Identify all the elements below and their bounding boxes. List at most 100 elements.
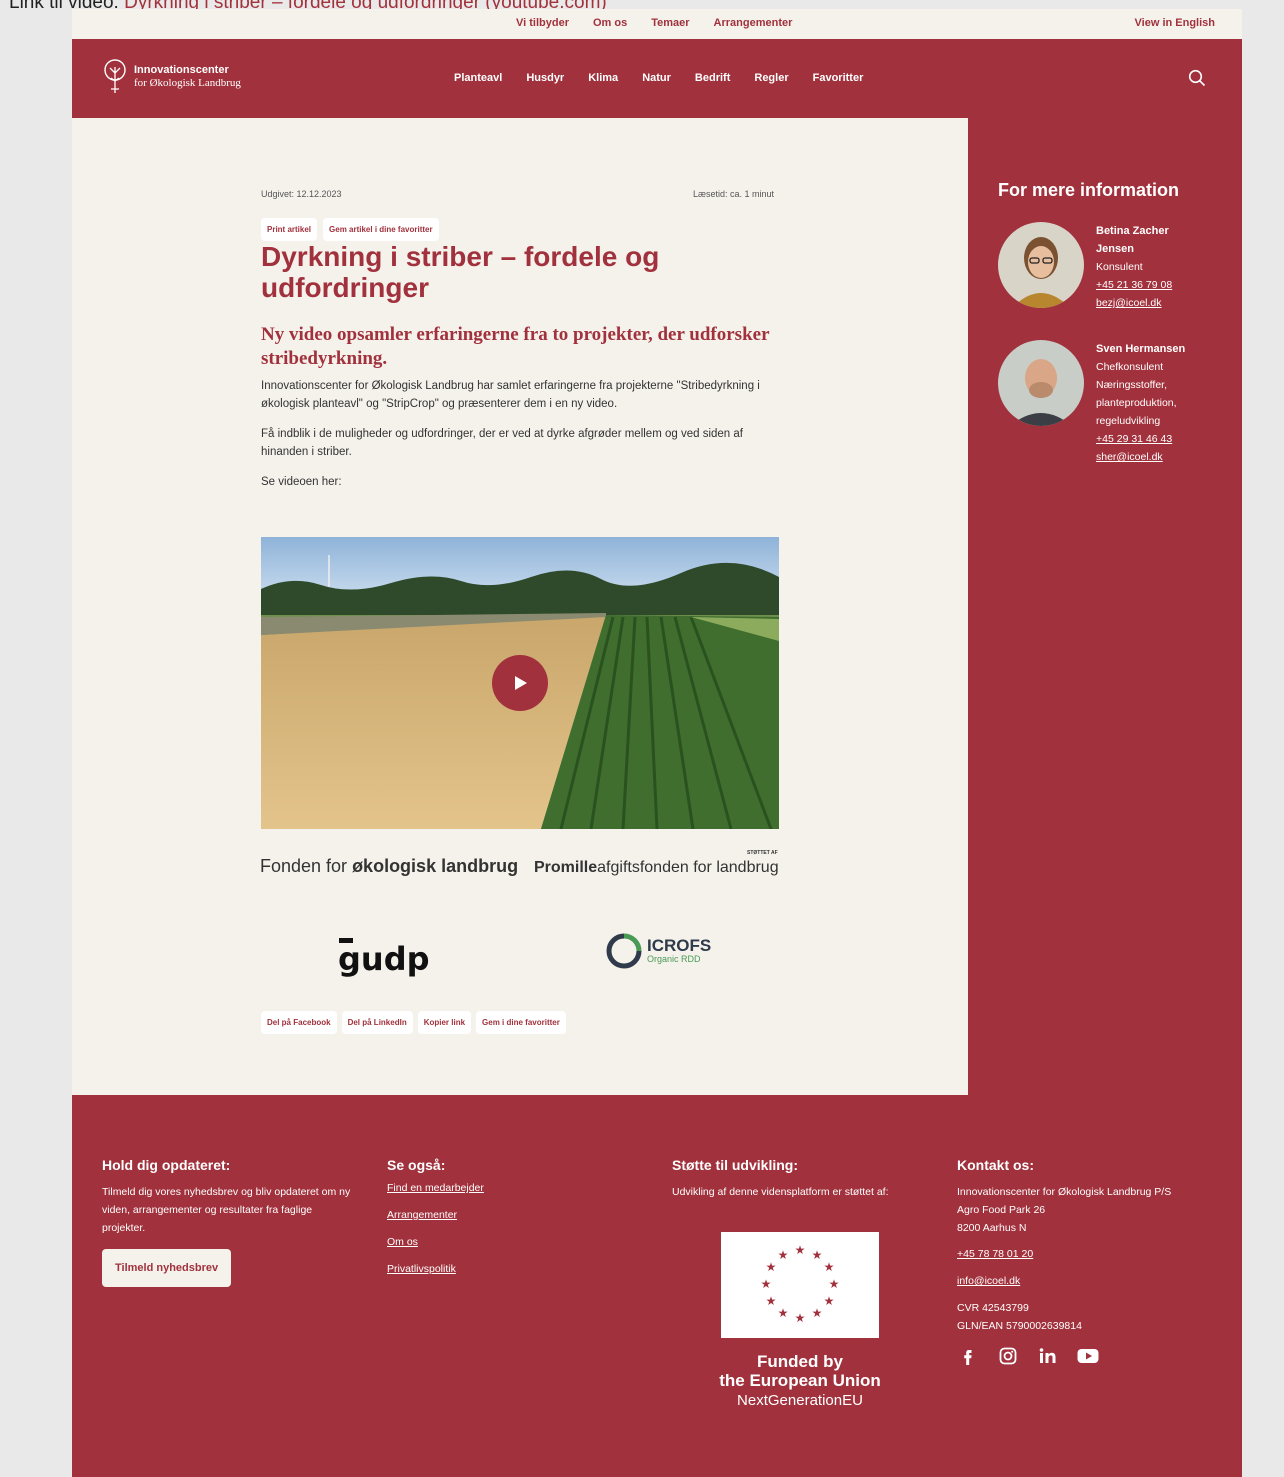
icrofs-ring-icon xyxy=(606,933,642,969)
nav-favoritter[interactable]: Favoritter xyxy=(813,72,864,84)
article-paragraph: Få indblik i de muligheder og udfordring… xyxy=(261,428,743,458)
site-footer: Hold dig opdateret: Tilmeld dig vores ny… xyxy=(72,1095,1242,1477)
contact-name: Betina Zacher Jensen xyxy=(1096,225,1169,255)
eu-flag: ★ ★ ★ ★ ★ ★ ★ ★ ★ ★ ★ ★ xyxy=(721,1232,879,1338)
icrofs-logo: ICROFS Organic RDD xyxy=(606,933,711,969)
newsletter-heading: Hold dig opdateret: xyxy=(102,1157,231,1173)
share-actions: Del på Facebook Del på LinkedIn Kopier l… xyxy=(261,1011,566,1034)
svg-text:★: ★ xyxy=(778,1248,789,1262)
svg-text:★: ★ xyxy=(824,1260,835,1274)
fonden-logo: Fonden for økologisk landbrug xyxy=(260,856,518,877)
published-date: Udgivet: 12.12.2023 xyxy=(261,189,342,199)
main-nav: Planteavl Husdyr Klima Natur Bedrift Reg… xyxy=(454,72,863,84)
youtube-icon[interactable] xyxy=(1077,1347,1099,1365)
contact-phone-link[interactable]: +45 29 31 46 43 xyxy=(1096,430,1206,448)
fonden-prefix: Fonden for xyxy=(260,856,353,876)
play-button[interactable] xyxy=(492,655,548,711)
svg-text:★: ★ xyxy=(829,1277,840,1291)
footer-see-also: Se også: Find en medarbejder Arrangement… xyxy=(387,1157,627,1283)
contact-sidebar: For mere information Betina Zacher Jense… xyxy=(968,118,1242,1095)
contact-info: Betina Zacher Jensen Konsulent +45 21 36… xyxy=(1096,222,1206,312)
search-icon[interactable] xyxy=(1188,69,1206,87)
footer-newsletter: Hold dig opdateret: Tilmeld dig vores ny… xyxy=(102,1157,352,1287)
footer-link-arrangementer[interactable]: Arrangementer xyxy=(387,1202,627,1229)
promille-logo: Promilleafgiftsfonden for landbrug xyxy=(534,859,779,877)
tree-logo-icon xyxy=(104,59,126,93)
support-heading: Støtte til udvikling: xyxy=(672,1157,798,1173)
nav-planteavl[interactable]: Planteavl xyxy=(454,72,502,84)
contact-email-link[interactable]: bezj@icoel.dk xyxy=(1096,294,1206,312)
avatar xyxy=(998,340,1084,426)
share-facebook-button[interactable]: Del på Facebook xyxy=(261,1011,337,1034)
svg-text:★: ★ xyxy=(766,1260,777,1274)
language-switch[interactable]: View in English xyxy=(1135,17,1215,29)
linkedin-icon[interactable] xyxy=(1037,1347,1059,1365)
article-paragraph: Innovationscenter for Økologisk Landbrug… xyxy=(261,380,760,410)
footer-link-om-os[interactable]: Om os xyxy=(387,1229,627,1256)
svg-text:★: ★ xyxy=(766,1294,777,1308)
share-linkedin-button[interactable]: Del på LinkedIn xyxy=(341,1011,413,1034)
page: Vi tilbyder Om os Temaer Arrangementer V… xyxy=(72,9,1242,1477)
article-title: Dyrkning i striber – fordele og udfordri… xyxy=(261,241,660,303)
utility-nav-temaer[interactable]: Temaer xyxy=(651,17,689,29)
svg-text:★: ★ xyxy=(761,1277,772,1291)
newsletter-text: Tilmeld dig vores nyhedsbrev og bliv opd… xyxy=(102,1186,351,1234)
contact-heading: Kontakt os: xyxy=(957,1157,1034,1173)
utility-bar: Vi tilbyder Om os Temaer Arrangementer V… xyxy=(72,9,1242,39)
svg-text:★: ★ xyxy=(795,1243,806,1257)
footer-contact: Kontakt os: Innovationscenter for Økolog… xyxy=(957,1157,1227,1365)
logo-line-2: for Økologisk Landbrug xyxy=(134,77,241,89)
promille-rest: afgiftsfonden for landbrug xyxy=(597,859,779,876)
nav-klima[interactable]: Klima xyxy=(588,72,618,84)
contact-phone-link[interactable]: +45 21 36 79 08 xyxy=(1096,276,1206,294)
contact-role: Chefkonsulent xyxy=(1096,361,1164,373)
promille-bold: Promille xyxy=(534,859,598,876)
contact-phone[interactable]: +45 78 78 01 20 xyxy=(957,1241,1227,1268)
site-logo[interactable]: Innovationscenter for Økologisk Landbrug xyxy=(102,59,241,95)
instagram-icon[interactable] xyxy=(997,1347,1019,1365)
main-header: Innovationscenter for Økologisk Landbrug… xyxy=(72,39,1242,118)
contact-city: 8200 Aarhus N xyxy=(957,1222,1027,1234)
play-icon xyxy=(515,676,527,690)
contact-info: Sven Hermansen Chefkonsulent Næringsstof… xyxy=(1096,340,1206,466)
fonden-bold: økologisk landbrug xyxy=(352,856,519,876)
contact-email-link[interactable]: sher@icoel.dk xyxy=(1096,448,1206,466)
portrait-man-image xyxy=(998,340,1084,426)
contact-role: Konsulent xyxy=(1096,261,1143,273)
print-article-button[interactable]: Print artikel xyxy=(261,218,318,241)
copy-link-button[interactable]: Kopier link xyxy=(417,1011,472,1034)
svg-text:★: ★ xyxy=(812,1248,823,1262)
eu-line-3: NextGenerationEU xyxy=(737,1392,863,1409)
svg-text:★: ★ xyxy=(778,1306,789,1320)
save-favorite-button[interactable]: Gem artikel i dine favoritter xyxy=(323,218,439,241)
sponsor-tag: STØTTET AF xyxy=(747,850,778,856)
footer-link-privacy[interactable]: Privatlivspolitik xyxy=(387,1256,627,1283)
nav-regler[interactable]: Regler xyxy=(754,72,788,84)
svg-text:★: ★ xyxy=(812,1306,823,1320)
utility-nav-vi-tilbyder[interactable]: Vi tilbyder xyxy=(516,17,569,29)
nav-bedrift[interactable]: Bedrift xyxy=(695,72,730,84)
nav-husdyr[interactable]: Husdyr xyxy=(526,72,564,84)
gudp-logo: gudp xyxy=(338,938,430,978)
eu-stars-icon: ★ ★★ ★★★ ★★★ ★★★ xyxy=(761,1243,840,1325)
portrait-woman-image xyxy=(998,222,1084,308)
utility-nav: Vi tilbyder Om os Temaer Arrangementer xyxy=(516,17,792,29)
facebook-icon[interactable] xyxy=(957,1347,979,1365)
utility-nav-arrangementer[interactable]: Arrangementer xyxy=(714,17,793,29)
avatar xyxy=(998,222,1084,308)
eu-line-1: Funded by xyxy=(757,1352,843,1371)
utility-nav-om-os[interactable]: Om os xyxy=(593,17,627,29)
video-player[interactable] xyxy=(261,537,779,829)
newsletter-signup-button[interactable]: Tilmeld nyhedsbrev xyxy=(102,1249,232,1287)
eu-line-2: the European Union xyxy=(719,1371,881,1390)
gudp-text: gudp xyxy=(338,940,430,978)
icrofs-sub: Organic RDD xyxy=(647,954,701,964)
footer-support: Støtte til udvikling: Udvikling af denne… xyxy=(672,1157,932,1412)
footer-link-find-employee[interactable]: Find en medarbejder xyxy=(387,1175,627,1202)
contact-email[interactable]: info@icoel.dk xyxy=(957,1268,1227,1295)
save-favorite-bottom-button[interactable]: Gem i dine favoritter xyxy=(476,1011,566,1034)
sidebar-heading: For mere information xyxy=(998,180,1180,200)
nav-natur[interactable]: Natur xyxy=(642,72,671,84)
contact-person: Sven Hermansen Chefkonsulent Næringsstof… xyxy=(998,340,1206,466)
article-subtitle: Ny video opsamler erfaringerne fra to pr… xyxy=(261,324,770,369)
